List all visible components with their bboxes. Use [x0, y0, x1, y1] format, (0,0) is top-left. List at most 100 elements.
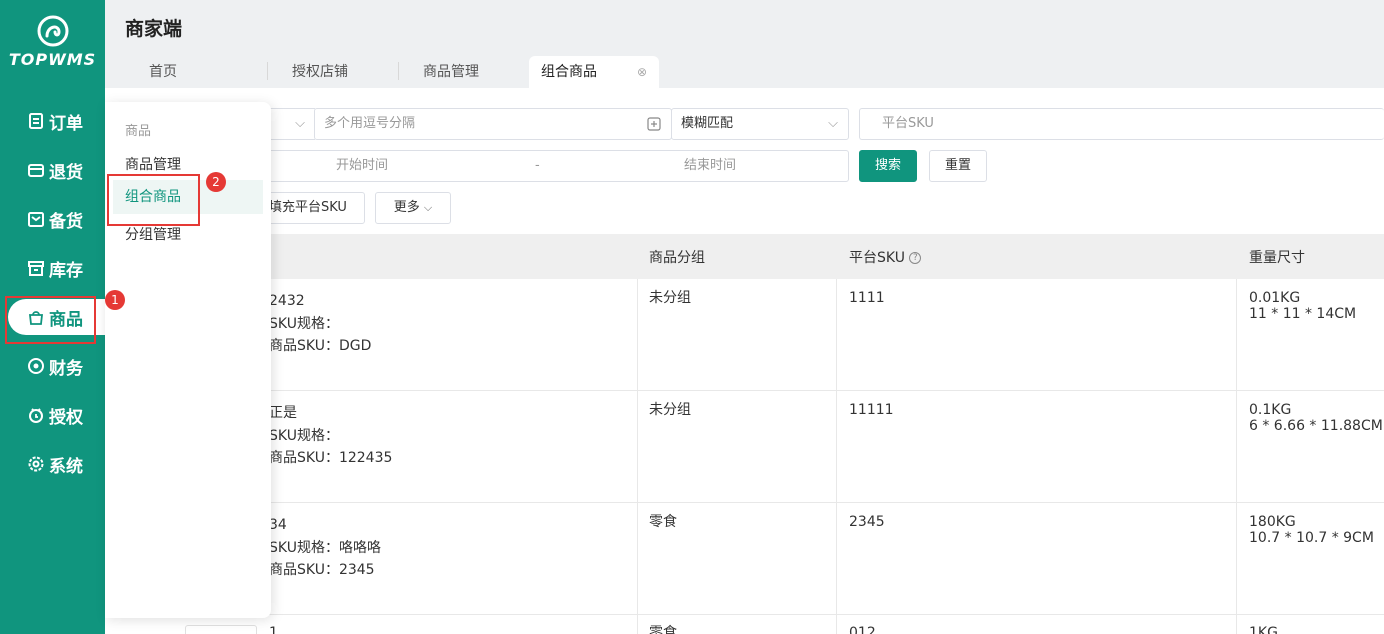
sidebar-item-finance[interactable]: 财务 [8, 348, 98, 384]
sidebar-item-returns[interactable]: 退货 [8, 152, 98, 188]
column-header-platform-sku: 平台SKU ? [849, 247, 922, 267]
main-content: ⌵ 多个用逗号分隔 模糊匹配 ⌵ 平台SKU 开始时间 - 结束时间 搜索 重置… [105, 88, 1384, 634]
table-row: 1 零食 012 1KG [125, 615, 1384, 634]
finance-icon [27, 357, 45, 375]
sidebar-item-label: 退货 [49, 162, 83, 183]
product-group: 零食 [649, 514, 677, 530]
tab-divider [398, 62, 399, 80]
platform-sku-placeholder: 平台SKU [882, 116, 934, 131]
inventory-icon [27, 259, 45, 277]
tab-authorized-shops[interactable]: 授权店铺 [292, 56, 348, 88]
sku-spec: SKU规格： [269, 316, 339, 332]
range-separator: - [535, 158, 540, 173]
help-icon[interactable]: ? [909, 252, 922, 264]
order-icon [27, 112, 45, 130]
sidebar-item-label: 授权 [49, 407, 83, 428]
column-divider [1236, 503, 1237, 615]
tab-home[interactable]: 首页 [149, 56, 177, 88]
product-group: 零食 [649, 625, 677, 634]
date-range-picker[interactable]: 开始时间 - 结束时间 [255, 150, 849, 182]
column-divider [637, 279, 638, 391]
end-time-placeholder: 结束时间 [684, 158, 737, 173]
multi-value-placeholder: 多个用逗号分隔 [324, 116, 416, 131]
column-divider [836, 503, 837, 615]
dimensions: 6 * 6.66 * 11.88CM [1249, 418, 1383, 434]
close-icon[interactable]: ⊗ [637, 56, 647, 88]
dimensions: 10.7 * 10.7 * 9CM [1249, 530, 1374, 546]
product-thumbnail [185, 625, 257, 634]
sidebar-item-system[interactable]: 系统 [8, 446, 98, 482]
product-name: 34 [269, 517, 287, 533]
logo: TOPWMS [0, 14, 105, 69]
match-mode-value: 模糊匹配 [681, 116, 734, 131]
tab-combo-products[interactable]: 组合商品 ⊗ [529, 56, 659, 88]
chevron-down-icon: ⌵ [295, 116, 305, 131]
sidebar-item-label: 订单 [49, 113, 83, 134]
sidebar-item-label: 库存 [49, 260, 83, 281]
column-divider [836, 279, 837, 391]
column-divider [836, 615, 837, 634]
match-mode-select[interactable]: 模糊匹配 ⌵ [671, 108, 849, 140]
auth-icon [27, 406, 45, 424]
column-divider [637, 503, 638, 615]
submenu-item-group-management[interactable]: 分组管理 [125, 224, 181, 244]
sidebar-item-stock-prep[interactable]: 备货 [8, 201, 98, 237]
return-icon [27, 161, 45, 179]
app-title: 商家端 [125, 18, 183, 40]
sidebar-item-inventory[interactable]: 库存 [8, 250, 98, 286]
sidebar-item-orders[interactable]: 订单 [8, 103, 98, 139]
sidebar-item-label: 备货 [49, 211, 83, 232]
column-divider [1236, 391, 1237, 503]
column-header-group: 商品分组 [649, 250, 705, 266]
product-name: 1 [269, 625, 278, 634]
column-divider [637, 615, 638, 634]
product-name: 2432 [269, 293, 305, 309]
submenu-item-product-management[interactable]: 商品管理 [125, 154, 181, 174]
sku-spec: SKU规格： [269, 428, 339, 444]
table-row: 正是 SKU规格： 商品SKU：122435 未分组 11111 0.1KG 6… [125, 391, 1384, 503]
product-sku: 商品SKU：122435 [269, 450, 393, 466]
platform-sku: 2345 [849, 514, 885, 530]
fill-platform-sku-button[interactable]: 填充平台SKU [255, 192, 365, 224]
logo-text: TOPWMS [8, 50, 97, 69]
platform-sku-input[interactable]: 平台SKU [859, 108, 1384, 140]
more-button[interactable]: 更多 ⌵ [375, 192, 451, 224]
submenu-title: 商品 [125, 124, 152, 139]
more-label: 更多 [393, 200, 420, 215]
sidebar-item-auth[interactable]: 授权 [8, 397, 98, 433]
column-divider [637, 391, 638, 503]
sku-spec: SKU规格：咯咯咯 [269, 540, 381, 556]
elephant-logo-icon [37, 15, 68, 47]
sidebar-item-label: 财务 [49, 358, 83, 379]
column-divider [836, 391, 837, 503]
search-button[interactable]: 搜索 [859, 150, 917, 182]
chevron-down-icon: ⌵ [423, 201, 433, 214]
chevron-down-icon: ⌵ [828, 116, 838, 131]
weight: 1KG [1249, 625, 1278, 634]
highlight-box-products [5, 296, 96, 344]
step-badge-2: 2 [206, 172, 226, 192]
platform-sku: 012 [849, 625, 876, 634]
product-name: 正是 [269, 405, 297, 421]
multi-value-input[interactable]: 多个用逗号分隔 [314, 108, 672, 140]
sidebar-item-label: 系统 [49, 456, 83, 477]
platform-sku: 1111 [849, 290, 885, 306]
table-row: 34 SKU规格：咯咯咯 商品SKU：2345 零食 2345 180KG 10… [125, 503, 1384, 615]
table-header: 商品分组 平台SKU ? 重量尺寸 [125, 234, 1384, 279]
stock-prep-icon [27, 210, 45, 228]
start-time-placeholder: 开始时间 [336, 158, 389, 173]
reset-button[interactable]: 重置 [929, 150, 987, 182]
highlight-box-combo-products [107, 174, 200, 226]
platform-sku: 11111 [849, 402, 894, 418]
expand-icon[interactable] [647, 109, 661, 139]
column-header-label: 平台SKU [849, 250, 905, 266]
column-header-weight-size: 重量尺寸 [1249, 250, 1305, 266]
dimensions: 11 * 11 * 14CM [1249, 306, 1357, 322]
product-group: 未分组 [649, 402, 691, 418]
top-bar: 商家端 首页 授权店铺 商品管理 组合商品 ⊗ [105, 0, 1384, 88]
tab-product-management[interactable]: 商品管理 [423, 56, 479, 88]
tab-divider [267, 62, 268, 80]
column-divider [1236, 615, 1237, 634]
step-badge-1: 1 [105, 290, 125, 310]
table-row: 2432 SKU规格： 商品SKU：DGD 未分组 1111 0.01KG 11… [125, 279, 1384, 391]
